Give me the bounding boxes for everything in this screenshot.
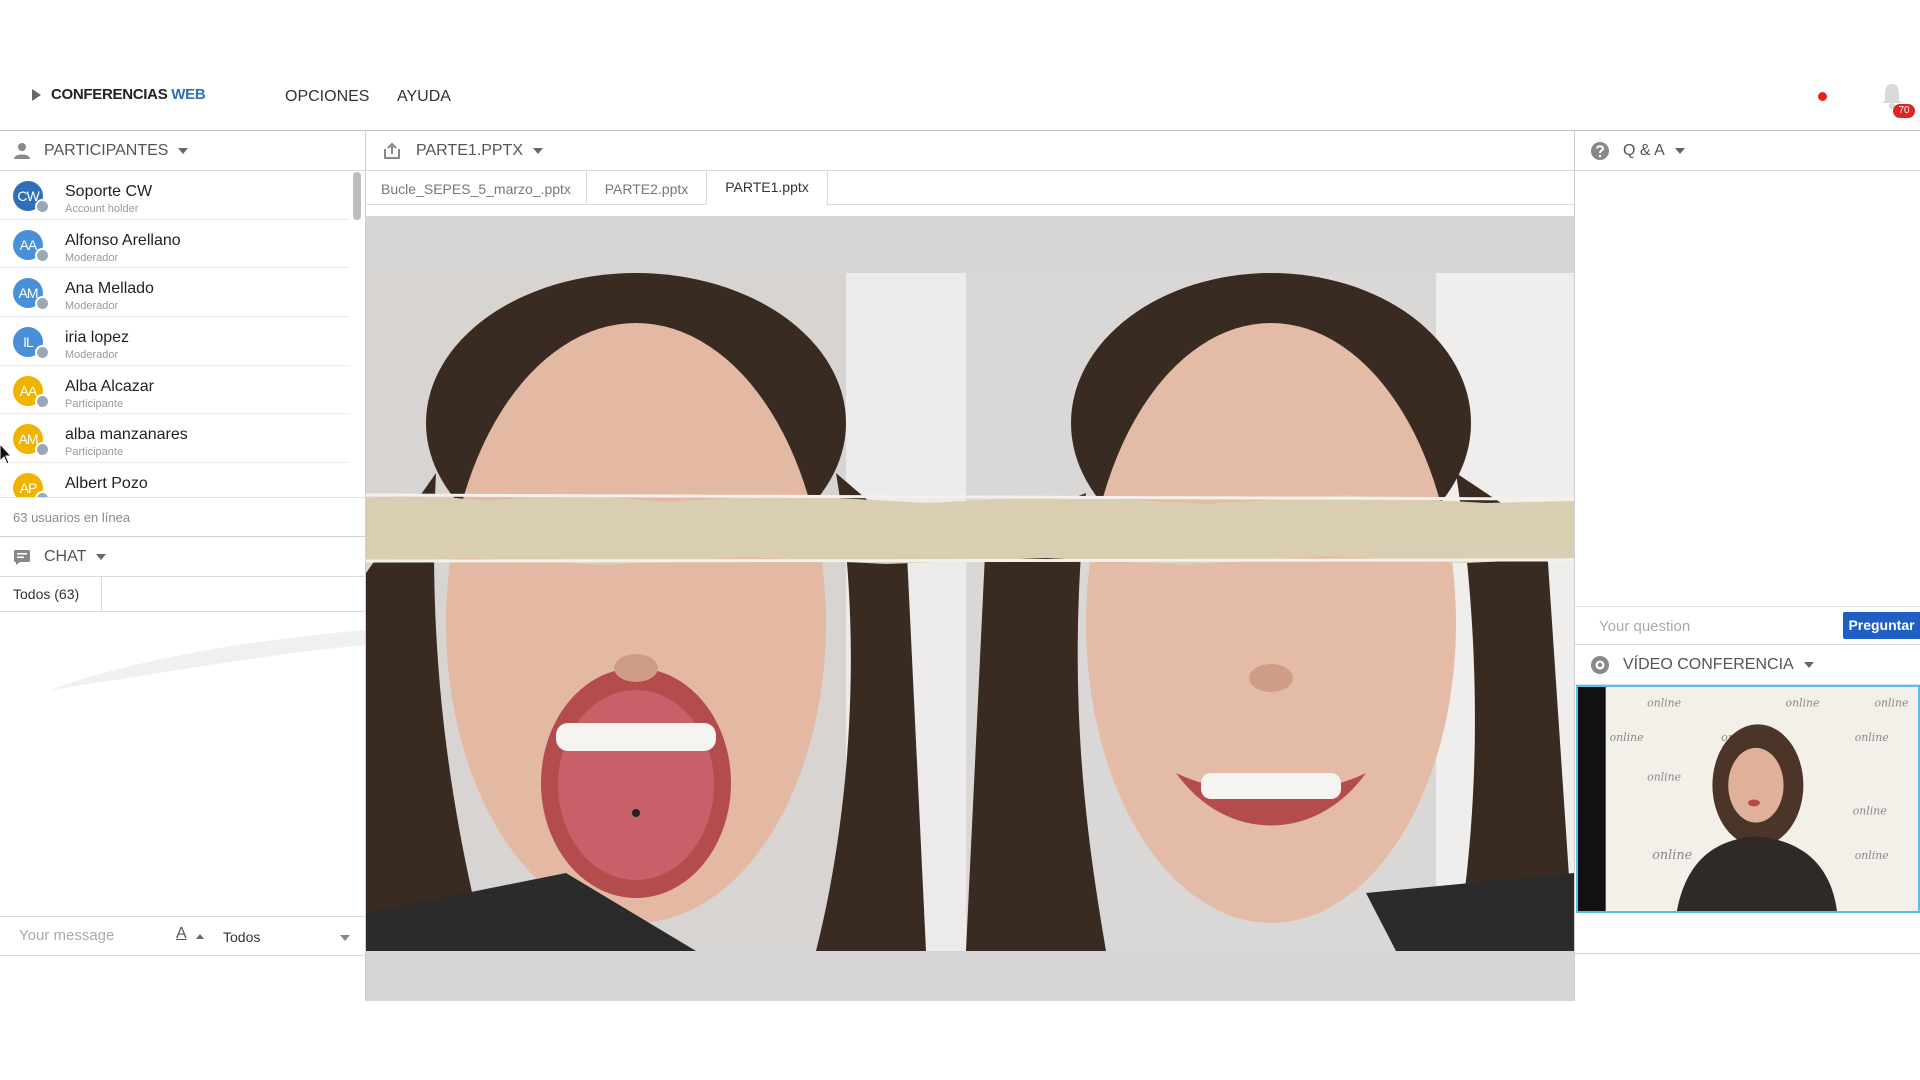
participant-role: Moderador: [65, 349, 119, 362]
video-backdrop-text-4: online: [1610, 731, 1644, 744]
participant-row[interactable]: AM alba manzanares Participante: [0, 414, 350, 464]
chat-tab-todos[interactable]: Todos (63): [0, 576, 102, 612]
recipient-select[interactable]: Todos: [223, 929, 260, 945]
slide-stage: [366, 216, 1574, 1001]
qa-title: Q & A: [1623, 141, 1665, 159]
video-backdrop-text-1: online: [1647, 697, 1681, 710]
participant-role: Moderador: [65, 300, 119, 313]
participant-row[interactable]: AA Alfonso Arellano Moderador: [0, 220, 350, 269]
recording-indicator: [1818, 92, 1827, 101]
brand-name: CONFERENCIAS WEB: [51, 86, 206, 103]
video-backdrop-text-8: online: [1853, 805, 1887, 818]
role-badge-icon: [35, 296, 50, 312]
document-tabs: Bucle_SEPES_5_marzo_.pptx PARTE2.pptx PA…: [366, 171, 1574, 206]
chevron-down-icon: [96, 553, 107, 560]
participant-row[interactable]: AA Alba Alcazar Participante: [0, 366, 350, 415]
video-backdrop-text-7: online: [1647, 770, 1681, 783]
ask-button[interactable]: Preguntar: [1843, 612, 1920, 639]
participants-header[interactable]: PARTICIPANTES: [0, 131, 365, 171]
camera-icon: [1591, 655, 1609, 674]
video-backdrop-text-2: online: [1786, 697, 1820, 710]
participant-name: Albert Pozo: [65, 475, 148, 493]
upload-icon: [384, 142, 400, 159]
notification-badge: 70: [1893, 104, 1915, 118]
font-style-button[interactable]: A: [176, 925, 187, 943]
chevron-down-icon: [178, 147, 189, 154]
chat-title: CHAT: [44, 547, 87, 565]
chat-tabs: Todos (63): [0, 576, 365, 612]
participants-list[interactable]: CW Soporte CW Account holder AA Alfonso Arel…: [0, 171, 360, 497]
slide-image: [366, 273, 1574, 951]
person-icon: [14, 142, 30, 159]
participant-name: alba manzanares: [65, 426, 188, 444]
chevron-down-icon: [533, 147, 543, 154]
chat-header[interactable]: CHAT: [0, 537, 365, 577]
presentation-header[interactable]: PARTE1.PPTX: [366, 131, 1574, 171]
participant-role: Moderador: [65, 251, 119, 264]
app-logo[interactable]: CONFERENCIAS WEB: [32, 86, 206, 103]
participant-row[interactable]: AP Albert Pozo: [0, 463, 350, 497]
chat-message-input[interactable]: Your message: [19, 927, 114, 944]
participants-scrollbar[interactable]: [353, 172, 361, 220]
participant-row[interactable]: CW Soporte CW Account holder: [0, 171, 350, 220]
qa-header[interactable]: Q & A: [1575, 131, 1920, 171]
chat-watermark: [50, 630, 365, 690]
question-icon: [1591, 141, 1609, 160]
chevron-up-icon[interactable]: [196, 934, 204, 939]
participant-role: Participante: [65, 446, 124, 459]
participant-row[interactable]: IL iria lopez Moderador: [0, 317, 350, 366]
chevron-down-icon[interactable]: [340, 935, 350, 941]
video-header[interactable]: VÍDEO CONFERENCIA: [1575, 645, 1920, 685]
play-icon: [32, 88, 41, 101]
participant-role: Account holder: [65, 203, 139, 215]
participant-name: iria lopez: [65, 329, 130, 347]
role-badge-icon: [35, 345, 50, 361]
video-title: VÍDEO CONFERENCIA: [1623, 655, 1794, 673]
participant-row[interactable]: AM Ana Mellado Moderador: [0, 268, 350, 318]
participant-name: Alba Alcazar: [65, 377, 154, 395]
video-backdrop-text-10: online: [1855, 849, 1889, 862]
participant-name: Soporte CW: [65, 183, 153, 200]
chat-composer: Your message A Todos: [0, 916, 365, 956]
participants-title: PARTICIPANTES: [44, 141, 169, 159]
top-bar: CONFERENCIAS WEB OPCIONES AYUDA 70: [0, 0, 1920, 130]
participant-name: Alfonso Arellano: [65, 231, 181, 249]
doc-tab-bucle[interactable]: Bucle_SEPES_5_marzo_.pptx: [366, 171, 587, 205]
video-backdrop-text-9: online: [1652, 848, 1692, 863]
role-badge-icon: [35, 247, 50, 263]
chevron-down-icon: [1803, 661, 1814, 668]
participant-role: Participante: [65, 397, 124, 410]
online-count: 63 usuarios en línea: [13, 510, 131, 525]
participant-name: Ana Mellado: [65, 280, 154, 298]
chevron-down-icon: [1674, 147, 1685, 154]
menu-opciones[interactable]: OPCIONES: [285, 88, 369, 106]
video-feed[interactable]: online online online online online onlin…: [1576, 685, 1920, 913]
doc-tab-parte1[interactable]: PARTE1.pptx: [707, 171, 828, 206]
doc-tab-parte2[interactable]: PARTE2.pptx: [587, 171, 707, 205]
video-backdrop-text-3: online: [1875, 697, 1909, 710]
role-badge-icon: [35, 393, 50, 409]
role-badge-icon: [35, 442, 50, 458]
video-backdrop-text-6: online: [1855, 731, 1889, 744]
presentation-title: PARTE1.PPTX: [416, 141, 523, 159]
mouse-cursor-icon: [0, 444, 12, 465]
menu-ayuda[interactable]: AYUDA: [397, 88, 451, 106]
role-badge-icon: [35, 199, 50, 214]
chat-icon: [14, 549, 30, 565]
question-input[interactable]: Your question: [1599, 618, 1690, 635]
